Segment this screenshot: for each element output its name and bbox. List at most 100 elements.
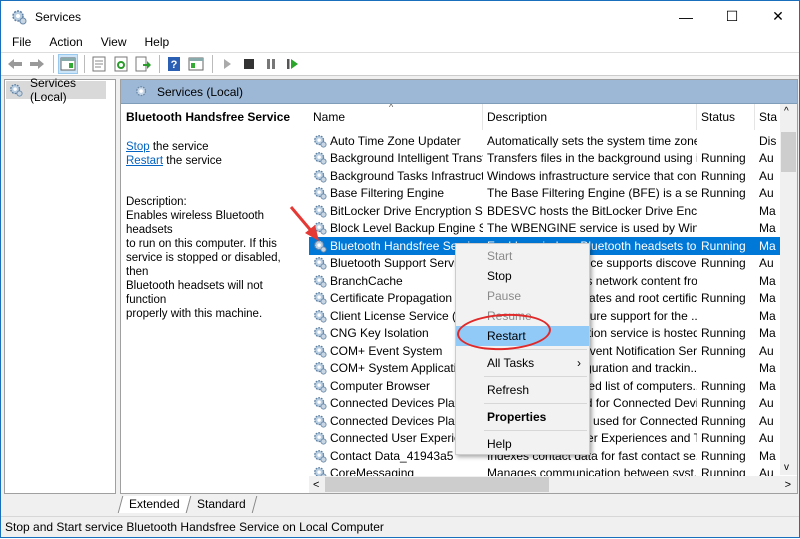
menu-view[interactable]: View [90, 35, 134, 49]
horizontal-scrollbar[interactable]: < > [309, 476, 797, 493]
service-startup-type: Ma [759, 448, 776, 463]
column-header-status[interactable]: Status [697, 104, 755, 130]
vertical-scrollbar[interactable]: ^ v [780, 104, 797, 475]
menu-item-label: Stop [487, 269, 512, 283]
stop-service-link[interactable]: Stop [126, 141, 150, 153]
tab-standard[interactable]: Standard [185, 496, 257, 513]
close-button[interactable]: ✕ [755, 1, 800, 32]
service-startup-type: Au [759, 343, 774, 358]
scroll-left-icon[interactable]: < [313, 479, 319, 491]
service-gear-icon [314, 397, 327, 410]
restart-service-button[interactable] [283, 54, 303, 74]
show-action-pane-button[interactable] [186, 54, 206, 74]
service-row[interactable]: Background Tasks Infrastruct... Windows i… [309, 167, 783, 185]
forward-button[interactable] [27, 54, 47, 74]
service-gear-icon [314, 257, 327, 270]
service-name-cell: Background Intelligent Transf... [309, 151, 483, 165]
properties-icon [92, 56, 106, 72]
column-header-startup-type[interactable]: Sta [755, 104, 783, 130]
console-tree: Services (Local) [4, 76, 116, 494]
menu-action[interactable]: Action [38, 35, 89, 49]
service-description: BDESVC hosts the BitLocker Drive Encry..… [487, 203, 697, 218]
column-label: Description [487, 110, 548, 124]
menu-item-label: All Tasks [487, 356, 535, 370]
services-window: Services — ☐ ✕ File Action View Help ? S… [0, 0, 800, 538]
stop-service-button[interactable] [239, 54, 259, 74]
show-hide-console-tree-button[interactable] [58, 54, 78, 74]
service-startup-type: Ma [759, 326, 776, 341]
toolbar-separator [159, 55, 160, 73]
service-startup-type: Dis [759, 133, 777, 148]
properties-button[interactable] [89, 54, 109, 74]
back-button[interactable] [5, 54, 25, 74]
pane-header-title: Services (Local) [157, 84, 244, 99]
submenu-chevron-icon: › [577, 356, 581, 370]
service-startup-type: Au [759, 151, 774, 166]
menu-item-label: Properties [487, 410, 547, 424]
service-name: BitLocker Drive Encryption Se... [330, 203, 483, 218]
service-description: Automatically sets the system time zone. [487, 133, 697, 148]
service-name: Block Level Backup Engine Se... [330, 221, 483, 236]
sort-ascending-icon: ^ [389, 104, 394, 112]
tab-extended[interactable]: Extended [117, 496, 191, 513]
scroll-down-icon[interactable]: v [784, 462, 789, 473]
tree-item-services-local[interactable]: Services (Local) [6, 76, 106, 104]
context-menu-item-properties[interactable]: Properties [456, 407, 589, 427]
service-startup-type: Au [759, 413, 774, 428]
service-name: Base Filtering Engine [330, 186, 445, 201]
service-row[interactable]: Auto Time Zone Updater Automatically sets… [309, 132, 783, 150]
service-gear-icon [314, 169, 327, 183]
service-gear-icon [314, 204, 327, 218]
menu-separator [484, 376, 587, 377]
service-row[interactable]: Base Filtering Engine The Base Filtering … [309, 185, 783, 203]
service-status: Running [701, 151, 746, 166]
context-menu-item-all-tasks[interactable]: All Tasks › [456, 353, 589, 373]
export-list-button[interactable] [133, 54, 153, 74]
description-line: Enables wireless Bluetooth headsets [126, 210, 265, 236]
service-gear-icon [314, 222, 327, 235]
maximize-button[interactable]: ☐ [709, 1, 755, 32]
help-button[interactable]: ? [164, 54, 184, 74]
column-header-description[interactable]: Description [483, 104, 697, 130]
context-menu-item-refresh[interactable]: Refresh [456, 380, 589, 400]
minimize-button[interactable]: — [663, 1, 709, 32]
scroll-right-icon[interactable]: > [785, 479, 791, 491]
service-startup-type: Ma [759, 203, 776, 218]
vertical-scroll-thumb[interactable] [781, 132, 796, 172]
menu-item-label: Help [487, 437, 512, 451]
service-row[interactable]: BitLocker Drive Encryption Se... BDESVC h… [309, 202, 783, 220]
window-title: Services [35, 9, 82, 24]
close-icon: ✕ [772, 8, 784, 24]
service-name: Bluetooth Support Service [330, 256, 470, 271]
context-menu-item-help[interactable]: Help [456, 434, 589, 454]
start-service-button[interactable] [217, 54, 237, 74]
context-menu-item-restart[interactable]: Restart [456, 326, 589, 346]
service-gear-icon [314, 309, 327, 323]
horizontal-scroll-thumb[interactable] [325, 477, 549, 492]
description-label: Description: [126, 196, 187, 208]
menu-separator [484, 349, 587, 350]
service-startup-type: Ma [759, 238, 776, 253]
service-gear-icon [314, 152, 327, 165]
service-status: Running [701, 186, 746, 201]
export-list-icon [135, 56, 151, 72]
refresh-button[interactable] [111, 54, 131, 74]
service-name: Background Tasks Infrastruct... [330, 168, 483, 183]
restart-link-suffix: the service [163, 155, 222, 167]
service-description: Transfers files in the background using … [487, 151, 697, 166]
pause-service-button[interactable] [261, 54, 281, 74]
service-gear-icon [314, 414, 327, 428]
menu-file[interactable]: File [1, 35, 38, 49]
service-row[interactable]: Block Level Backup Engine Se... The WBENG… [309, 220, 783, 238]
menu-help[interactable]: Help [134, 35, 177, 49]
pane-header: Services (Local) [121, 80, 797, 104]
restart-service-link[interactable]: Restart [126, 155, 163, 167]
context-menu-item-stop[interactable]: Stop [456, 266, 589, 286]
scroll-up-icon[interactable]: ^ [784, 106, 789, 117]
column-header-name[interactable]: ^ Name [309, 104, 483, 130]
service-startup-type: Ma [759, 291, 776, 306]
menu-item-label: Start [487, 249, 513, 263]
description-line: properly with this machine. [126, 308, 263, 320]
column-label: Sta [759, 110, 778, 124]
service-row[interactable]: Background Intelligent Transf... Transfer… [309, 150, 783, 168]
